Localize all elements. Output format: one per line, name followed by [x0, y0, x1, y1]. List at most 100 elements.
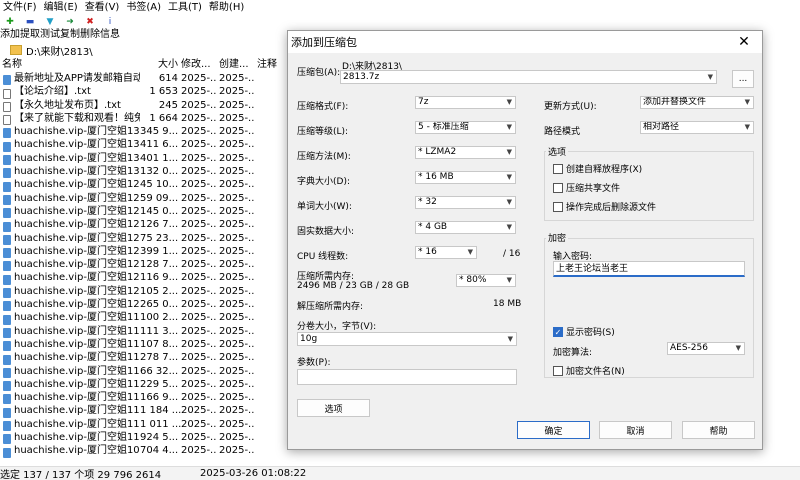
close-icon[interactable]: ✕ — [736, 34, 752, 50]
menu-item[interactable]: 帮助(H) — [206, 0, 248, 16]
word-size-label: 单词大小(W): — [297, 202, 352, 212]
menu-item[interactable]: 查看(V) — [82, 0, 124, 16]
column-modified[interactable]: 修改... — [178, 58, 216, 72]
arrow-right-icon: ➜ — [66, 17, 74, 27]
menu-item[interactable]: 编辑(E) — [41, 0, 82, 16]
file-modified: 2025-... — [181, 99, 216, 111]
delete-after-checkbox[interactable]: 操作完成后删除源文件 — [553, 200, 656, 213]
file-created: 2025-... — [219, 112, 254, 124]
file-size: 245 — [158, 99, 178, 111]
folder-icon — [10, 45, 22, 55]
dictionary-label: 字典大小(D): — [297, 177, 350, 187]
encrypt-names-checkbox[interactable]: 加密文件名(N) — [553, 364, 625, 377]
file-modified: 2025-... — [181, 112, 216, 124]
decompress-memory-value: 18 MB — [493, 299, 522, 309]
file-icon — [3, 88, 11, 99]
file-modified: 2025-... — [181, 338, 216, 350]
file-icon — [3, 434, 11, 445]
format-combo[interactable]: 7z ▼ — [415, 96, 516, 109]
options-button[interactable]: 选项 — [297, 399, 370, 417]
file-icon — [3, 407, 11, 418]
threads-combo[interactable]: * 16 ▼ — [415, 246, 477, 259]
file-size: 1 653 — [149, 86, 178, 98]
path-mode-combo[interactable]: 相对路径 ▼ — [640, 121, 754, 134]
file-modified: 2025-... — [181, 232, 216, 244]
show-password-checkbox[interactable]: ✓ 显示密码(S) — [553, 325, 615, 338]
parameters-input[interactable] — [297, 369, 517, 385]
column-name[interactable]: 名称 — [0, 58, 140, 72]
file-name: 【永久地址发布页】.txt — [14, 99, 121, 111]
address-path: D:\来财\2813\ — [26, 46, 93, 58]
menu-item[interactable]: 书签(A) — [123, 0, 165, 16]
dictionary-combo[interactable]: * 16 MB ▼ — [415, 171, 516, 184]
word-size-combo[interactable]: * 32 ▼ — [415, 196, 516, 209]
file-icon — [3, 181, 11, 192]
file-icon — [3, 354, 11, 365]
column-created[interactable]: 创建... — [216, 58, 254, 72]
chevron-down-icon: ▼ — [506, 123, 512, 131]
file-size: 45 10... — [140, 179, 179, 191]
info-button[interactable]: i 信息 — [100, 16, 120, 42]
method-combo[interactable]: * LZMA2 ▼ — [415, 146, 516, 159]
update-mode-combo[interactable]: 添加并替换文件 ▼ — [640, 96, 754, 109]
file-modified: 2025-... — [181, 445, 216, 457]
shared-files-checkbox[interactable]: 压缩共享文件 — [553, 181, 620, 194]
chevron-down-icon: ▼ — [735, 344, 741, 352]
file-name: huachishe.vip-厦门空姐130.... — [14, 166, 140, 178]
cancel-button[interactable]: 取消 — [599, 421, 672, 439]
help-button[interactable]: 帮助 — [682, 421, 755, 439]
level-combo[interactable]: 5 - 标准压缩 ▼ — [415, 121, 516, 134]
file-icon — [3, 155, 11, 166]
update-mode-label: 更新方式(U): — [544, 102, 597, 112]
password-input[interactable]: 上老王论坛当老王 — [553, 261, 745, 277]
file-size: 145 0... — [140, 205, 179, 217]
dialog-title: 添加到压缩包 — [291, 36, 357, 49]
file-created: 2025-... — [219, 338, 254, 350]
file-modified: 2025-... — [181, 352, 216, 364]
file-name: huachishe.vip-厦门空姐127.... — [14, 205, 140, 217]
file-modified: 2025-... — [181, 365, 216, 377]
chevron-down-icon: ▼ — [467, 248, 473, 256]
ok-button[interactable]: 确定 — [517, 421, 590, 439]
file-icon — [3, 234, 11, 245]
file-icon — [3, 168, 11, 179]
file-icon — [3, 274, 11, 285]
copy-button[interactable]: ➜ 复制 — [60, 16, 80, 42]
menu-item[interactable]: 工具(T) — [165, 0, 206, 16]
delete-button[interactable]: ✖ 删除 — [80, 16, 100, 42]
file-size: 116 9... — [140, 272, 179, 284]
file-name: huachishe.vip-厦门空姐122.... — [14, 272, 140, 284]
encryption-group-title: 加密 — [546, 231, 569, 244]
file-size: 1 664 — [149, 112, 178, 124]
file-name: huachishe.vip-厦门空姐121.... — [14, 285, 140, 297]
file-size: 704 4... — [140, 445, 179, 457]
file-created: 2025-... — [219, 205, 254, 217]
encryption-method-label: 加密算法: — [553, 348, 593, 358]
archive-name-combo[interactable]: 2813.7z ▼ — [340, 70, 717, 84]
add-button[interactable]: ✚ 添加 — [0, 16, 20, 42]
file-name: 【论坛介绍】.txt — [14, 86, 91, 98]
file-icon — [3, 128, 11, 139]
browse-button[interactable]: ... — [732, 70, 754, 88]
file-created: 2025-... — [219, 86, 254, 98]
chevron-down-icon: ▼ — [507, 334, 513, 343]
memory-percent-combo[interactable]: * 80% ▼ — [456, 274, 516, 287]
sfx-checkbox[interactable]: 创建自释放程序(X) — [553, 162, 642, 175]
test-button[interactable]: ▼ 测试 — [40, 16, 60, 42]
column-size[interactable]: 大小 — [140, 58, 178, 72]
file-modified: 2025-... — [181, 272, 216, 284]
split-combo[interactable]: 10g ▼ — [297, 332, 517, 346]
file-created: 2025-... — [219, 325, 254, 337]
extract-button[interactable]: ▬ 提取 — [20, 16, 40, 42]
threads-max: / 16 — [503, 249, 521, 259]
file-modified: 2025-... — [181, 378, 216, 390]
file-created: 2025-... — [219, 73, 254, 84]
menu-item[interactable]: 文件(F) — [0, 0, 41, 16]
status-selection: 选定 137 / 137 个项 29 796 2614 — [0, 470, 162, 480]
file-name: huachishe.vip-厦门空姐110.... — [14, 432, 140, 444]
encryption-method-combo[interactable]: AES-256 ▼ — [667, 342, 745, 355]
solid-size-combo[interactable]: * 4 GB ▼ — [415, 221, 516, 234]
file-modified: 2025-... — [181, 192, 216, 204]
file-modified: 2025-... — [181, 166, 216, 178]
file-created: 2025-... — [219, 392, 254, 404]
